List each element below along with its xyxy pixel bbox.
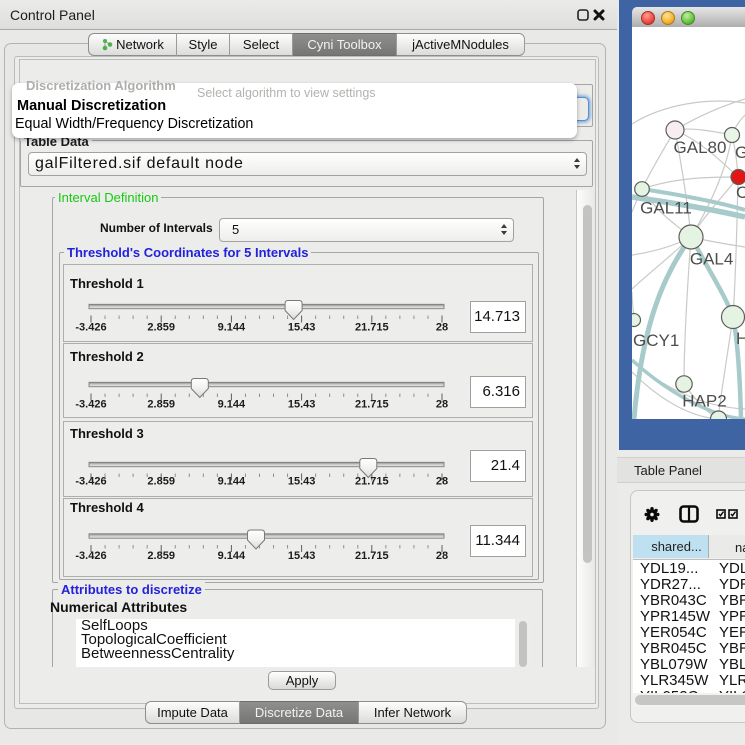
svg-text:9.144: 9.144	[218, 322, 246, 334]
svg-text:2.859: 2.859	[147, 476, 175, 488]
svg-text:9.144: 9.144	[218, 399, 246, 411]
svg-text:GAL11: GAL11	[640, 199, 692, 218]
svg-text:21.715: 21.715	[355, 476, 389, 488]
svg-text:28: 28	[436, 399, 448, 411]
svg-text:2.859: 2.859	[147, 399, 175, 411]
svg-text:GAL80: GAL80	[674, 138, 727, 157]
svg-text:28: 28	[436, 322, 448, 334]
svg-text:28: 28	[436, 476, 448, 488]
svg-text:-3.426: -3.426	[75, 399, 106, 411]
svg-text:2.859: 2.859	[147, 550, 175, 562]
svg-text:15.43: 15.43	[288, 550, 316, 562]
svg-text:C: C	[736, 183, 745, 202]
svg-text:HI: HI	[736, 329, 745, 348]
svg-text:2.859: 2.859	[147, 322, 175, 334]
svg-text:HAP2: HAP2	[682, 392, 726, 411]
svg-text:21.715: 21.715	[355, 322, 389, 334]
svg-text:15.43: 15.43	[288, 399, 316, 411]
svg-text:-3.426: -3.426	[75, 476, 106, 488]
svg-text:GCY1: GCY1	[633, 331, 679, 350]
svg-text:-3.426: -3.426	[75, 322, 106, 334]
svg-text:21.715: 21.715	[355, 550, 389, 562]
svg-text:9.144: 9.144	[218, 476, 246, 488]
svg-text:15.43: 15.43	[288, 476, 316, 488]
svg-text:28: 28	[436, 550, 448, 562]
svg-text:GAL4: GAL4	[690, 250, 733, 269]
svg-text:15.43: 15.43	[288, 322, 316, 334]
svg-text:-3.426: -3.426	[75, 550, 106, 562]
svg-text:21.715: 21.715	[355, 399, 389, 411]
svg-text:9.144: 9.144	[218, 550, 246, 562]
svg-text:GA: GA	[735, 143, 745, 162]
